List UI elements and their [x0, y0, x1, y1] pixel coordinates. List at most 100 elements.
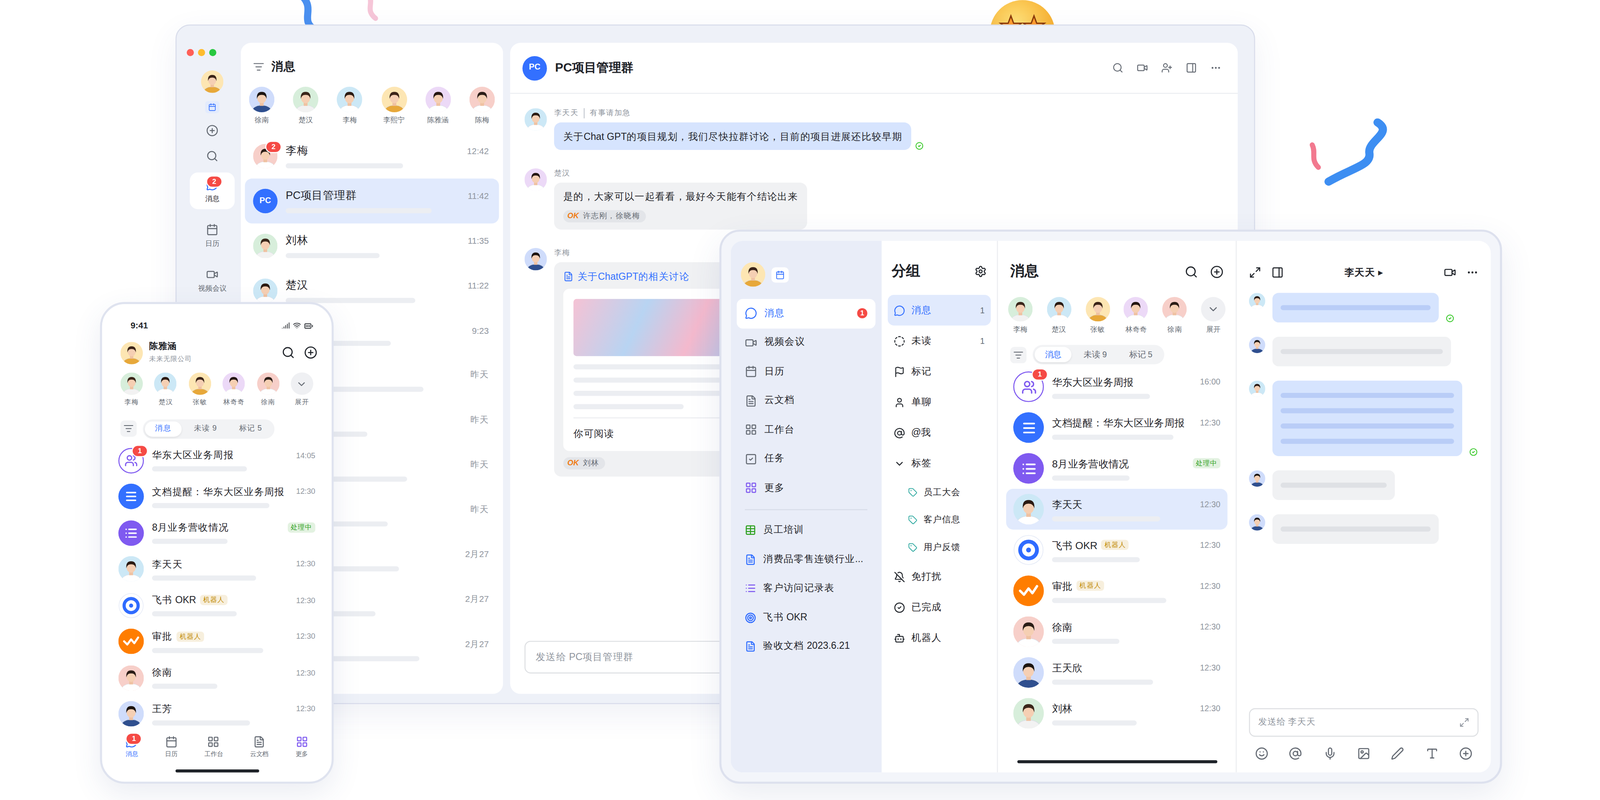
avatar[interactable]: [1249, 470, 1266, 487]
message-bubble[interactable]: [1272, 470, 1395, 501]
nav-tab[interactable]: 更多: [295, 735, 308, 760]
avatar[interactable]: [120, 372, 143, 395]
group-item[interactable]: 标记: [887, 356, 991, 387]
contact[interactable]: 张敏: [1085, 296, 1110, 335]
expand-input-icon[interactable]: [1459, 717, 1470, 728]
status-calendar-button[interactable]: [771, 266, 789, 283]
group-item[interactable]: 机器人: [887, 622, 991, 653]
contact[interactable]: 林奇奇: [222, 372, 246, 408]
filter-tab[interactable]: 未读 9: [183, 421, 228, 437]
contact[interactable]: 李梅: [1008, 296, 1033, 335]
group-item[interactable]: 客户信息: [887, 505, 991, 534]
contact[interactable]: 徐南: [256, 372, 280, 408]
chat-row[interactable]: 李天天12:30: [112, 551, 322, 588]
avatar[interactable]: [252, 278, 278, 303]
filter-tab[interactable]: 消息: [144, 421, 182, 437]
filter-tab[interactable]: 标记 5: [1119, 346, 1163, 363]
mention-icon[interactable]: [1289, 746, 1303, 761]
avatar[interactable]: [425, 86, 451, 113]
avatar[interactable]: [469, 86, 495, 113]
pen-icon[interactable]: [1390, 746, 1405, 761]
avatar[interactable]: [118, 628, 145, 655]
nav-tab[interactable]: 1消息: [125, 735, 138, 760]
avatar[interactable]: [118, 701, 145, 727]
close-button[interactable]: [186, 49, 194, 57]
filter-button[interactable]: [120, 420, 137, 437]
filter-tab[interactable]: 消息: [1034, 346, 1072, 363]
contact[interactable]: 林奇奇: [1123, 296, 1149, 335]
avatar[interactable]: [1085, 296, 1110, 322]
group-item[interactable]: 员工大会: [887, 478, 991, 507]
message-bubble[interactable]: 是的，大家可以一起看看，最好今天能有个结论出来OK许志刚，徐晓梅: [554, 183, 808, 230]
expand-contacts-button[interactable]: 展开: [290, 372, 314, 408]
rail-item[interactable]: 2消息: [189, 172, 235, 210]
avatar[interactable]: [1249, 380, 1266, 398]
reaction[interactable]: OK许志刚，徐晓梅: [563, 209, 798, 223]
avatar[interactable]: [118, 592, 145, 619]
chat-row[interactable]: 1华东大区业务周报16:00: [1006, 366, 1228, 408]
rail-item[interactable]: 视频会议: [189, 262, 235, 300]
filter-tab[interactable]: 标记 5: [228, 421, 272, 437]
sidebar-item[interactable]: 日历: [736, 357, 876, 387]
avatar[interactable]: [154, 372, 178, 395]
contact[interactable]: 楚汉: [293, 86, 319, 126]
avatar[interactable]: [1249, 336, 1266, 354]
avatar[interactable]: [1013, 616, 1044, 648]
avatar[interactable]: [222, 372, 246, 395]
image-icon[interactable]: [1357, 746, 1371, 761]
avatar[interactable]: [1162, 296, 1187, 322]
chat-row[interactable]: 文档提醒：华东大区业务周报12:30: [1006, 407, 1228, 449]
emoji-icon[interactable]: [1255, 746, 1269, 761]
search-icon[interactable]: [281, 345, 295, 360]
more-plus-icon[interactable]: [1459, 746, 1473, 761]
avatar[interactable]: [256, 372, 280, 395]
more-icon[interactable]: [1210, 62, 1222, 74]
avatar[interactable]: [1008, 296, 1033, 322]
avatar[interactable]: [1013, 534, 1044, 566]
chat-row[interactable]: 8月业务营收情况处理中: [1006, 448, 1228, 489]
avatar[interactable]: [293, 86, 319, 113]
chat-row[interactable]: 徐南12:30: [112, 659, 322, 696]
pinned-doc[interactable]: 员工培训: [736, 515, 876, 545]
sidebar-item[interactable]: 云文档: [736, 386, 876, 416]
nav-tab[interactable]: 云文档: [250, 735, 269, 760]
avatar[interactable]: [118, 483, 145, 510]
message-input[interactable]: 发送给 李天天: [1249, 708, 1479, 737]
side-panel-icon[interactable]: [1185, 62, 1198, 74]
contact[interactable]: 李梅: [120, 372, 143, 408]
group-item[interactable]: 标签: [887, 447, 991, 479]
search-icon[interactable]: [1112, 62, 1124, 74]
contact[interactable]: 张敏: [188, 372, 212, 408]
avatar[interactable]: [1249, 514, 1266, 531]
avatar[interactable]: [118, 520, 145, 546]
message-bubble[interactable]: [1272, 336, 1451, 367]
contact[interactable]: 楚汉: [1046, 296, 1071, 335]
avatar[interactable]: [1013, 453, 1044, 484]
avatar[interactable]: [524, 247, 548, 271]
minimize-button[interactable]: [198, 49, 206, 57]
video-call-icon[interactable]: [1136, 62, 1149, 74]
add-member-icon[interactable]: [1161, 62, 1173, 74]
avatar[interactable]: [118, 556, 145, 582]
zoom-button[interactable]: [209, 49, 217, 57]
avatar[interactable]: [1046, 296, 1071, 322]
group-item[interactable]: 已完成: [887, 591, 991, 623]
chat-row[interactable]: 2李梅12:42: [245, 133, 500, 179]
avatar[interactable]: [524, 168, 548, 192]
chat-row[interactable]: PCPC项目管理群11:42: [245, 178, 500, 224]
expand-icon[interactable]: [1249, 266, 1262, 279]
message-bubble[interactable]: [1272, 380, 1463, 457]
sidebar-item[interactable]: 任务: [736, 444, 876, 474]
chat-row[interactable]: 审批机器人12:30: [1006, 570, 1228, 612]
pinned-doc[interactable]: 验收文档 2023.6.21: [736, 632, 876, 661]
text-format-icon[interactable]: [1424, 746, 1439, 761]
more-icon[interactable]: [1466, 266, 1479, 279]
nav-tab[interactable]: 日历: [165, 735, 178, 760]
chat-row[interactable]: 文档提醒：华东大区业务周报12:30: [112, 478, 322, 515]
group-item[interactable]: @我: [887, 417, 991, 448]
chat-row[interactable]: 徐南12:30: [1006, 611, 1228, 653]
pinned-doc[interactable]: 消费品零售连锁行业...: [736, 544, 876, 574]
avatar[interactable]: [337, 86, 363, 113]
search-icon[interactable]: [1184, 264, 1198, 279]
contact[interactable]: 徐南: [248, 86, 275, 126]
